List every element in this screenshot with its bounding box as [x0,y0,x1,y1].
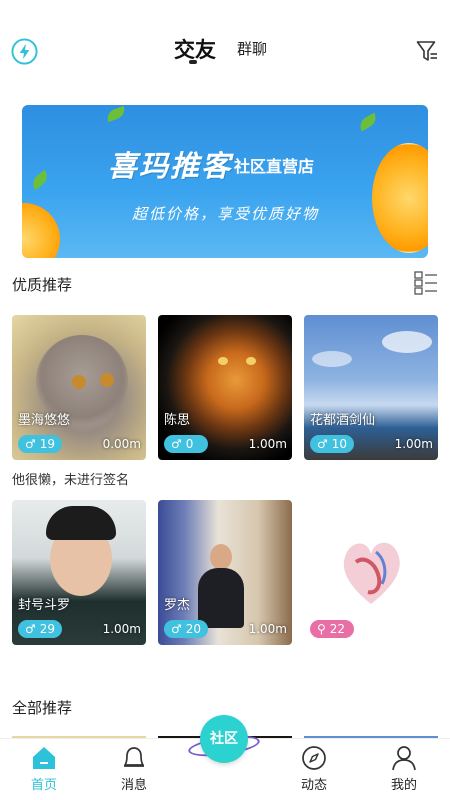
grid-list-icon[interactable] [414,271,438,295]
badge-count: 22 [329,622,346,636]
user-card[interactable]: 封号斗罗 ♂ 29 1.00m [12,500,146,645]
banner-subtitle: 超低价格，享受优质好物 [132,205,320,223]
orange-decoration-right [372,143,428,253]
cloud-shape [382,331,432,353]
leaf-decoration [104,105,128,123]
compass-icon [302,746,326,770]
gender-badge: ♂ 0 [164,435,208,453]
signature-text: 他很懒，未进行签名 [12,473,130,488]
cloud-shape [312,351,352,367]
man-hair [46,506,116,540]
heart-illustration [343,542,400,604]
user-name: 陈思 [164,413,191,428]
app-screen: 交友 群聊 喜玛推客 社区直营店 超低价格，享受优质好物 优质推荐 墨海悠悠 ♂… [0,0,450,800]
user-card[interactable]: 罗杰 ♂ 20 1.00m [158,500,292,645]
gender-badge: ♂ 20 [164,620,209,638]
user-distance: 1.00m [248,437,287,451]
gender-badge: ♂ 19 [18,435,63,453]
banner-title: 喜玛推客 [108,149,233,183]
gender-badge: ♂ 10 [310,435,355,453]
man-face [210,544,232,570]
badge-count: 19 [39,437,56,451]
user-name: 封号斗罗 [18,598,71,613]
gender-badge: ♂ 29 [18,620,63,638]
cat-eye [72,375,86,389]
user-distance: 1.00m [102,622,141,636]
male-icon: ♂ [25,437,36,451]
tiger-eye [218,357,228,365]
man-suit [198,568,244,628]
active-tab-indicator [189,60,197,64]
badge-count: 29 [39,622,56,636]
male-icon: ♂ [317,437,328,451]
orange-decoration-left [22,203,60,258]
cat-eye [100,373,114,387]
person-icon [392,746,416,771]
banner-title-small: 社区直营店 [234,157,315,176]
flash-icon[interactable] [11,38,38,65]
nav-home-label: 首页 [30,778,57,793]
nav-mine[interactable]: 我的 [374,745,434,799]
top-bar: 交友 群聊 [0,0,450,90]
home-icon [33,747,55,769]
bottom-nav: 首页 消息 社区 动态 我的 [0,715,450,800]
user-name: 墨海悠悠 [18,413,71,428]
nav-mine-label: 我的 [390,778,417,793]
tab-group-chat[interactable]: 群聊 [237,38,267,59]
community-button[interactable]: 社区 [200,715,248,763]
user-card[interactable]: 陈思 ♂ 0 1.00m [158,315,292,460]
female-icon: ⚲ [317,622,326,636]
tiger-eye [246,357,256,365]
nav-home[interactable]: 首页 [14,745,74,799]
nav-moments[interactable]: 动态 [284,745,344,799]
leaf-decoration [29,169,51,191]
nav-moments-label: 动态 [300,778,327,793]
nav-messages[interactable]: 消息 [104,745,164,799]
badge-count: 0 [185,437,194,451]
user-card[interactable]: ⚲ 22 [304,500,438,645]
user-distance: 1.00m [248,622,287,636]
user-name: 罗杰 [164,598,191,613]
badge-count: 10 [331,437,348,451]
user-name: 花都酒剑仙 [310,413,376,428]
promo-banner[interactable]: 喜玛推客 社区直营店 超低价格，享受优质好物 [22,105,428,258]
user-card[interactable]: 墨海悠悠 ♂ 19 0.00m [12,315,146,460]
filter-icon[interactable] [416,40,438,64]
section-title-quality: 优质推荐 [12,276,73,294]
male-icon: ♂ [171,437,182,451]
bell-icon [124,747,144,767]
leaf-decoration [356,112,380,132]
nav-messages-label: 消息 [120,778,147,793]
section-title-all: 全部推荐 [12,699,73,717]
gender-badge: ⚲ 22 [310,620,354,638]
user-distance: 0.00m [102,437,141,451]
user-distance: 1.00m [394,437,433,451]
male-icon: ♂ [25,622,36,636]
badge-count: 20 [185,622,202,636]
user-card[interactable]: 花都酒剑仙 ♂ 10 1.00m [304,315,438,460]
male-icon: ♂ [171,622,182,636]
